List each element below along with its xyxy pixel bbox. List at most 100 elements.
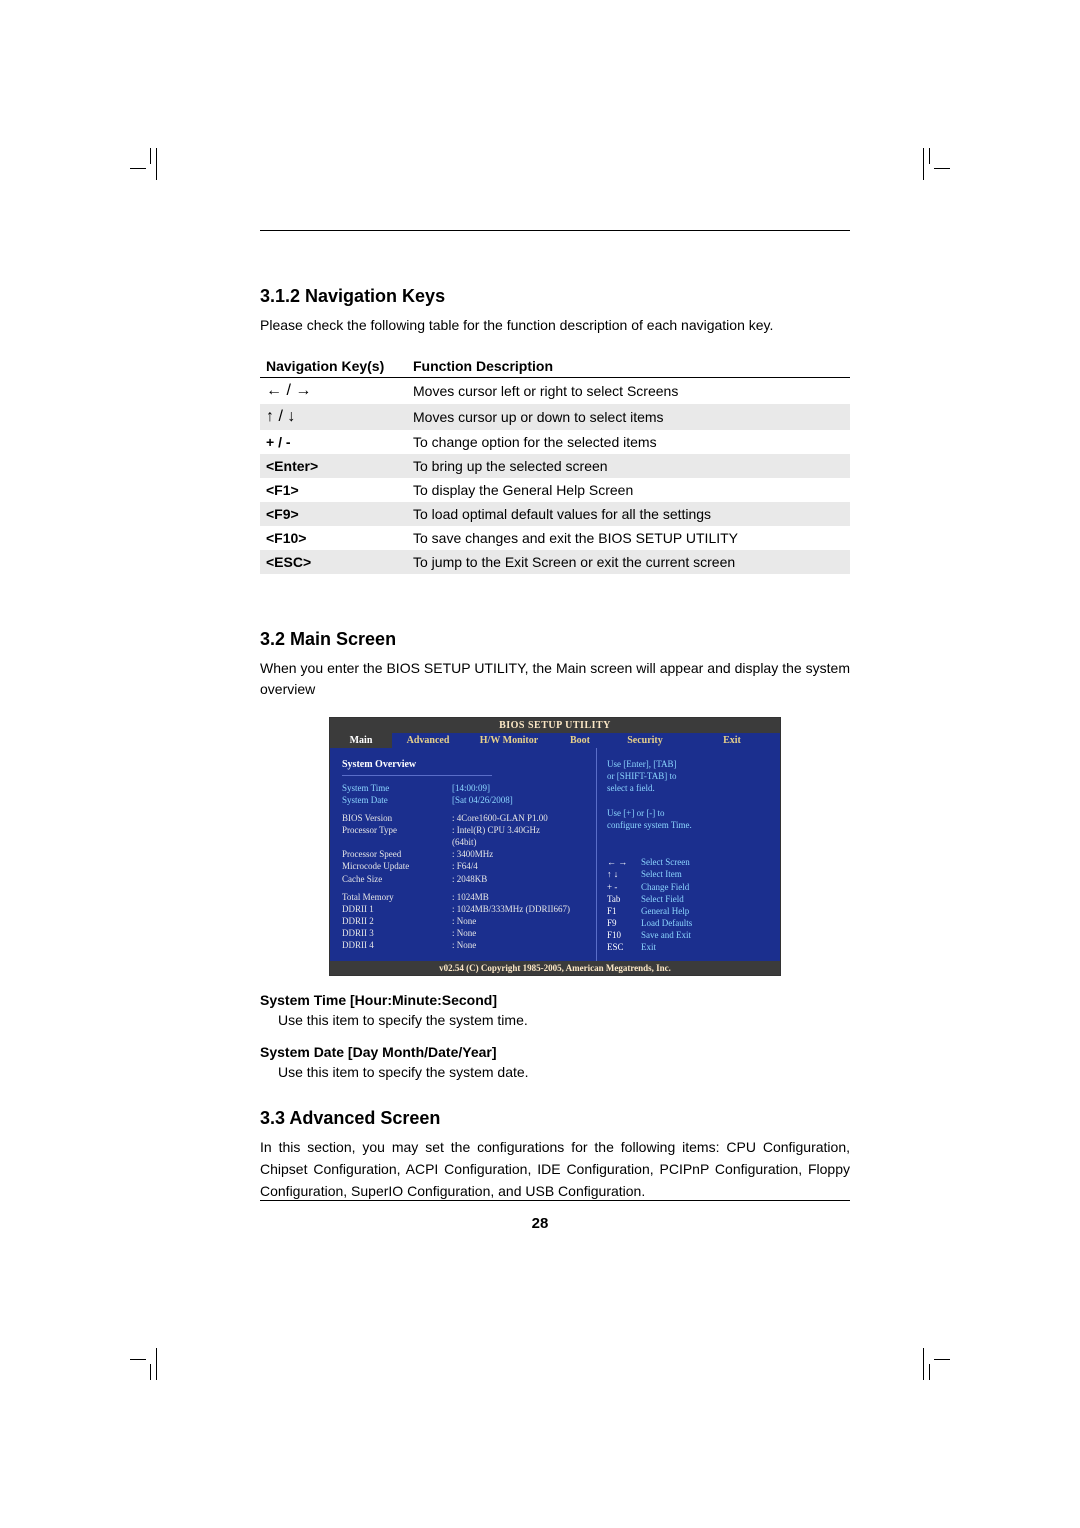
bios-help-key-desc: General Help: [641, 905, 772, 917]
bios-row: Total Memory: 1024MB: [342, 891, 588, 903]
bios-help-key: + -: [607, 881, 641, 893]
nav-key: <Enter>: [260, 454, 407, 478]
bios-help-key-row: F10Save and Exit: [607, 929, 772, 941]
system-time-desc: Use this item to specify the system time…: [278, 1012, 850, 1028]
bios-row: Processor Type: Intel(R) CPU 3.40GHz: [342, 824, 588, 836]
bios-tab-boot: Boot: [554, 733, 606, 748]
bios-row-value: : 3400MHz: [452, 848, 588, 860]
bios-row-value: : 1024MB/333MHz (DDRII667): [452, 903, 588, 915]
nav-desc: To change option for the selected items: [407, 430, 850, 454]
nav-desc: Moves cursor left or right to select Scr…: [407, 377, 850, 404]
bottom-rule: [260, 1200, 850, 1201]
nav-desc: To display the General Help Screen: [407, 478, 850, 502]
bios-row-value: : None: [452, 915, 588, 927]
bios-help-line: [607, 794, 772, 806]
bios-row-value: : 4Core1600-GLAN P1.00: [452, 812, 588, 824]
bios-footer: v02.54 (C) Copyright 1985-2005, American…: [330, 961, 780, 975]
bios-help-key-desc: Select Field: [641, 893, 772, 905]
bios-row: DDRII 3: None: [342, 927, 588, 939]
bios-help-key-desc: Exit: [641, 941, 772, 953]
heading-3-1-2: 3.1.2 Navigation Keys: [260, 286, 850, 307]
bios-row-label: System Time: [342, 782, 452, 794]
bios-help-key: ESC: [607, 941, 641, 953]
bios-row-value: (64bit): [452, 836, 588, 848]
bios-row-value: : None: [452, 939, 588, 951]
bios-help-key: ← →: [607, 856, 641, 868]
bios-left-panel: System Overview System Time[14:00:09]Sys…: [330, 748, 596, 961]
nav-key: ↑ / ↓: [260, 404, 407, 430]
bios-row-value: [14:00:09]: [452, 782, 588, 794]
bios-help-line: or [SHIFT-TAB] to: [607, 770, 772, 782]
heading-3-3: 3.3 Advanced Screen: [260, 1108, 850, 1129]
nav-head-key: Navigation Key(s): [260, 355, 407, 378]
nav-key: <F10>: [260, 526, 407, 550]
bios-row: Microcode Update: F64/4: [342, 860, 588, 872]
bios-row-label: Processor Type: [342, 824, 452, 836]
bios-row: Processor Speed: 3400MHz: [342, 848, 588, 860]
bios-row-value: [Sat 04/26/2008]: [452, 794, 588, 806]
bios-row-value: : 1024MB: [452, 891, 588, 903]
bios-help-key-desc: Change Field: [641, 881, 772, 893]
bios-row-label: DDRII 2: [342, 915, 452, 927]
bios-row: (64bit): [342, 836, 588, 848]
table-row: <ESC>To jump to the Exit Screen or exit …: [260, 550, 850, 574]
bios-tab-hw: H/W Monitor: [464, 733, 554, 748]
bios-row-label: Total Memory: [342, 891, 452, 903]
arrow-icon: ↑ / ↓: [266, 408, 295, 425]
bios-help-line: Use [Enter], [TAB]: [607, 758, 772, 770]
bios-row: System Time[14:00:09]: [342, 782, 588, 794]
bios-help-key-desc: Save and Exit: [641, 929, 772, 941]
system-time-head: System Time [Hour:Minute:Second]: [260, 992, 850, 1008]
bios-row-label: DDRII 3: [342, 927, 452, 939]
nav-key: <F1>: [260, 478, 407, 502]
bios-help-key-row: F1General Help: [607, 905, 772, 917]
bios-help-key: F9: [607, 917, 641, 929]
table-row: + / -To change option for the selected i…: [260, 430, 850, 454]
bios-row-label: Cache Size: [342, 873, 452, 885]
bios-tabs: Main Advanced H/W Monitor Boot Security …: [330, 733, 780, 748]
bios-help-key-row: F9Load Defaults: [607, 917, 772, 929]
bios-help-line: configure system Time.: [607, 819, 772, 831]
bios-help-key: Tab: [607, 893, 641, 905]
bios-help-key-row: ↑ ↓Select Item: [607, 868, 772, 880]
bios-help-key: F10: [607, 929, 641, 941]
bios-row-label: System Date: [342, 794, 452, 806]
bios-tab-advanced: Advanced: [392, 733, 464, 748]
nav-desc: Moves cursor up or down to select items: [407, 404, 850, 430]
bios-row-value: : 2048KB: [452, 873, 588, 885]
bios-help-panel: Use [Enter], [TAB]or [SHIFT-TAB] toselec…: [596, 748, 780, 961]
bios-tab-exit: Exit: [684, 733, 780, 748]
page-content: 3.1.2 Navigation Keys Please check the f…: [260, 230, 850, 1202]
bios-row-label: Processor Speed: [342, 848, 452, 860]
table-row: <Enter>To bring up the selected screen: [260, 454, 850, 478]
bios-row: BIOS Version: 4Core1600-GLAN P1.00: [342, 812, 588, 824]
table-row: ↑ / ↓ Moves cursor up or down to select i…: [260, 404, 850, 430]
bios-title: BIOS SETUP UTILITY: [330, 718, 780, 733]
table-row: <F9>To load optimal default values for a…: [260, 502, 850, 526]
bios-help-key-desc: Select Screen: [641, 856, 772, 868]
bios-help-key-row: ← →Select Screen: [607, 856, 772, 868]
intro-3-3: In this section, you may set the configu…: [260, 1137, 850, 1202]
bios-tab-main: Main: [330, 733, 392, 748]
nav-desc: To save changes and exit the BIOS SETUP …: [407, 526, 850, 550]
bios-row: DDRII 1: 1024MB/333MHz (DDRII667): [342, 903, 588, 915]
bios-row-label: Microcode Update: [342, 860, 452, 872]
bios-row-value: : Intel(R) CPU 3.40GHz: [452, 824, 588, 836]
bios-row-value: : None: [452, 927, 588, 939]
bios-row: Cache Size: 2048KB: [342, 873, 588, 885]
bios-row: DDRII 2: None: [342, 915, 588, 927]
bios-help-key-desc: Load Defaults: [641, 917, 772, 929]
nav-desc: To bring up the selected screen: [407, 454, 850, 478]
bios-help-key: F1: [607, 905, 641, 917]
bios-help-key-row: + -Change Field: [607, 881, 772, 893]
table-row: ← / →Moves cursor left or right to selec…: [260, 377, 850, 404]
bios-help-key-row: ESCExit: [607, 941, 772, 953]
bios-row-value: : F64/4: [452, 860, 588, 872]
table-row: <F10>To save changes and exit the BIOS S…: [260, 526, 850, 550]
top-rule: [260, 230, 850, 231]
system-date-head: System Date [Day Month/Date/Year]: [260, 1044, 850, 1060]
nav-key: <ESC>: [260, 550, 407, 574]
bios-screenshot: BIOS SETUP UTILITY Main Advanced H/W Mon…: [329, 717, 781, 976]
bios-help-key-row: TabSelect Field: [607, 893, 772, 905]
bios-help-line: select a field.: [607, 782, 772, 794]
